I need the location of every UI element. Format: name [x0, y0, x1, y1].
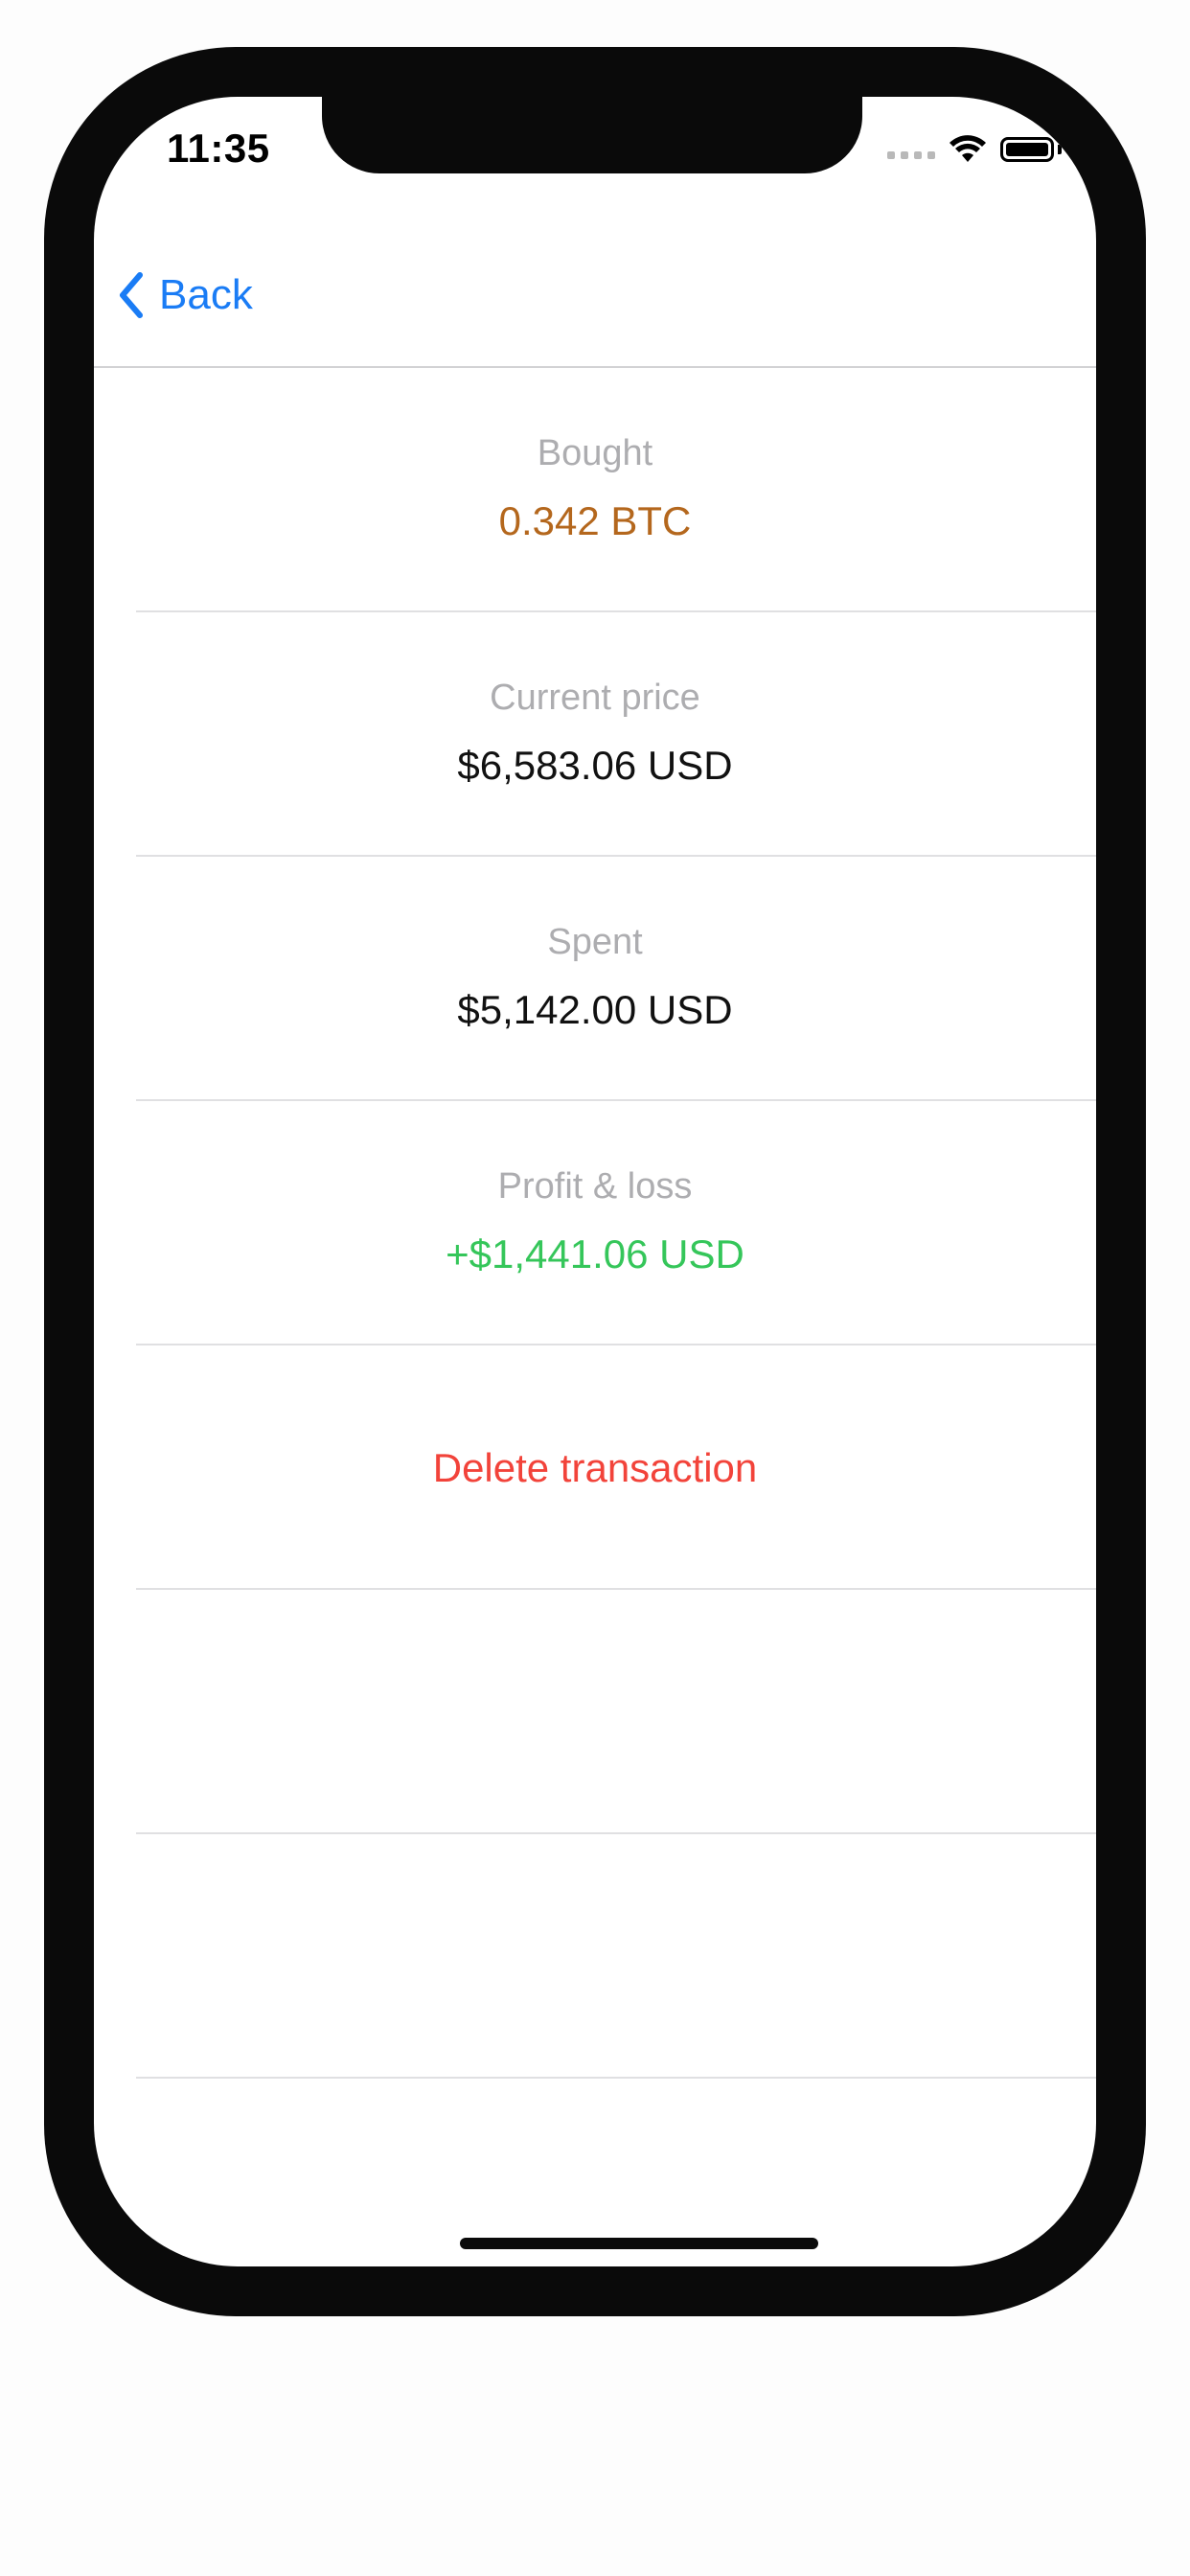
current-price-label: Current price [490, 678, 700, 718]
battery-tip [1058, 145, 1062, 154]
status-icons [887, 135, 1062, 164]
current-price-value: $6,583.06 USD [457, 743, 733, 788]
navigation-bar: Back [94, 231, 1096, 368]
wifi-icon [950, 135, 986, 162]
home-indicator[interactable] [460, 2238, 818, 2249]
back-button[interactable]: Back [117, 271, 253, 319]
bought-label: Bought [537, 433, 653, 473]
device-frame: 11:35 Back Bought 0.342 BTC Current pric… [44, 47, 1146, 2316]
screen: 11:35 Back Bought 0.342 BTC Current pric… [94, 97, 1096, 2266]
status-time: 11:35 [167, 126, 270, 171]
chevron-left-icon [120, 272, 143, 318]
profit-loss-label: Profit & loss [497, 1166, 693, 1207]
delete-transaction-row[interactable]: Delete transaction [136, 1346, 1096, 1590]
empty-row [136, 1834, 1096, 2079]
spent-label: Spent [547, 922, 643, 962]
list-item-current-price: Current price $6,583.06 USD [136, 612, 1096, 857]
bought-value: 0.342 BTC [498, 498, 692, 543]
profit-loss-value: +$1,441.06 USD [446, 1231, 744, 1276]
list-item-profit-loss: Profit & loss +$1,441.06 USD [136, 1101, 1096, 1346]
spent-value: $5,142.00 USD [457, 987, 733, 1032]
delete-transaction-button[interactable]: Delete transaction [94, 1445, 1096, 1491]
empty-row [136, 1590, 1096, 1834]
cellular-signal-icon [887, 140, 935, 159]
transaction-details-list: Bought 0.342 BTC Current price $6,583.06… [94, 368, 1096, 2079]
list-item-bought: Bought 0.342 BTC [136, 368, 1096, 612]
battery-icon [1000, 137, 1054, 162]
list-item-spent: Spent $5,142.00 USD [136, 857, 1096, 1101]
back-label: Back [159, 271, 253, 318]
notch [322, 97, 862, 173]
